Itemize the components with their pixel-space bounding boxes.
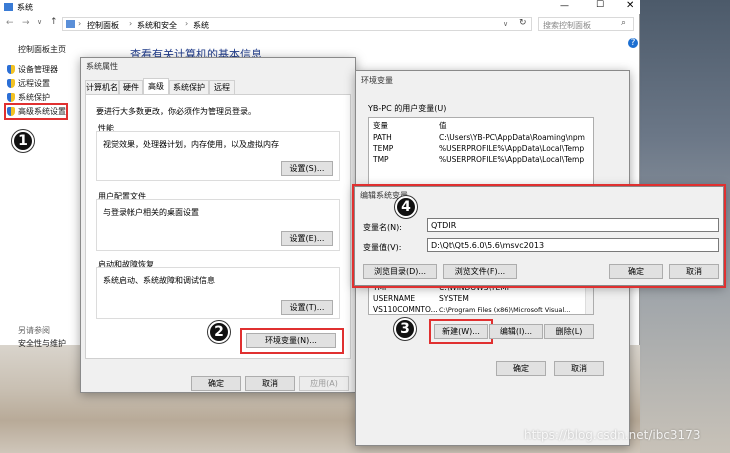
sidebar-item-label: 设备管理器	[18, 65, 58, 74]
sidebar-home-link[interactable]: 控制面板主页	[18, 44, 66, 55]
var-name: TMP	[373, 155, 389, 164]
breadcrumb-sep-0: ›	[78, 19, 82, 28]
ok-button[interactable]: 确定	[191, 376, 241, 391]
tab-hardware[interactable]: 硬件	[119, 80, 143, 94]
var-value: SYSTEM	[439, 294, 469, 303]
search-input[interactable]: 搜索控制面板	[543, 20, 591, 31]
step-marker: 2	[208, 321, 230, 343]
edit-var-button[interactable]: 编辑(I)...	[489, 324, 543, 339]
sidebar-item-device-manager[interactable]: 设备管理器	[7, 64, 58, 75]
step-marker: 4	[395, 196, 417, 218]
window-title: 系统	[17, 3, 33, 12]
profile-group: 与登录帐户相关的桌面设置 设置(E)...	[96, 199, 340, 251]
maximize-icon[interactable]: ☐	[596, 0, 604, 10]
dropdown-chevron-icon[interactable]: ∨	[503, 20, 508, 28]
up-arrow-icon[interactable]: ↑	[50, 17, 58, 27]
env-ok-button[interactable]: 确定	[496, 361, 546, 376]
breadcrumb-item[interactable]: 系统和安全	[137, 20, 177, 31]
admin-note: 要进行大多数更改，你必须作为管理员登录。	[96, 107, 256, 116]
step-marker: 1	[12, 130, 34, 152]
startup-settings-button[interactable]: 设置(T)...	[281, 300, 333, 315]
tab-computer-name[interactable]: 计算机名	[85, 80, 119, 94]
sidebar-item-system-protection[interactable]: 系统保护	[7, 92, 50, 103]
env-cancel-button[interactable]: 取消	[554, 361, 604, 376]
highlight-box-1	[4, 103, 68, 120]
help-icon[interactable]: ?	[628, 38, 638, 48]
search-icon: ⌕	[621, 18, 627, 28]
var-name: USERNAME	[373, 294, 416, 303]
sidebar-item-label: 系统保护	[18, 93, 50, 102]
refresh-icon[interactable]: ↻	[519, 18, 527, 28]
col-val-header: 值	[439, 121, 447, 130]
var-name: TEMP	[373, 144, 394, 153]
search-box[interactable]: 搜索控制面板 ⌕	[538, 17, 634, 31]
watermark: https://blog.csdn.net/ibc3173	[524, 428, 701, 442]
breadcrumb-item[interactable]: 控制面板	[87, 20, 119, 31]
highlight-box-2	[240, 328, 344, 354]
perf-desc: 视觉效果，处理器计划，内存使用，以及虚拟内存	[103, 140, 279, 149]
address-bar-row: ← → ∨ ↑ › 控制面板 › 系统和安全 › 系统 ∨ ↻ 搜索控制面板 ⌕	[0, 14, 640, 34]
see-also-title: 另请参阅	[18, 326, 50, 335]
table-row[interactable]: TEMP %USERPROFILE%\AppData\Local\Temp	[369, 143, 593, 154]
var-value: %USERPROFILE%\AppData\Local\Temp	[439, 144, 585, 153]
table-row[interactable]: PATH C:\Users\YB-PC\AppData\Roaming\npm	[369, 132, 593, 143]
tab-system-protection[interactable]: 系统保护	[169, 80, 209, 94]
see-also-link[interactable]: 安全性与维护	[18, 338, 66, 349]
step-marker: 3	[394, 318, 416, 340]
shield-icon	[7, 93, 15, 102]
startup-desc: 系统启动、系统故障和调试信息	[103, 276, 215, 285]
cancel-button[interactable]: 取消	[245, 376, 295, 391]
title-bar: 系统 — ☐ ✕	[0, 0, 640, 14]
back-arrow-icon[interactable]: ←	[6, 18, 14, 28]
var-value: %USERPROFILE%\AppData\Local\Temp	[439, 155, 585, 164]
var-name: VS110COMNTO...	[373, 305, 438, 314]
tab-advanced[interactable]: 高级	[143, 78, 169, 94]
tab-panel: 要进行大多数更改，你必须作为管理员登录。 性能 视觉效果，处理器计划，内存使用，…	[85, 94, 351, 359]
var-value: C:\Users\YB-PC\AppData\Roaming\npm	[439, 133, 585, 142]
dialog-title: 系统属性	[86, 62, 118, 71]
col-var-header: 变量	[373, 121, 388, 130]
var-name: PATH	[373, 133, 392, 142]
sidebar-item-label: 远程设置	[18, 79, 50, 88]
profile-settings-button[interactable]: 设置(E)...	[281, 231, 333, 246]
shield-icon	[7, 65, 15, 74]
window-icon	[4, 3, 13, 11]
table-header: 变量 值	[369, 120, 593, 131]
startup-group: 系统启动、系统故障和调试信息 设置(T)...	[96, 267, 340, 319]
highlight-box-3	[429, 319, 493, 344]
user-vars-table: 变量 值 PATH C:\Users\YB-PC\AppData\Roaming…	[368, 117, 594, 187]
var-value: C:\Program Files (x86)\Microsoft Visual.…	[439, 305, 571, 314]
tab-remote[interactable]: 远程	[209, 80, 235, 94]
sidebar-item-remote-settings[interactable]: 远程设置	[7, 78, 50, 89]
table-row[interactable]: USERNAME SYSTEM	[369, 293, 593, 304]
shield-icon	[7, 79, 15, 88]
close-icon[interactable]: ✕	[626, 0, 634, 11]
profile-desc: 与登录帐户相关的桌面设置	[103, 208, 199, 217]
delete-var-button[interactable]: 删除(L)	[544, 324, 594, 339]
minimize-icon[interactable]: —	[560, 1, 569, 11]
user-vars-title: YB-PC 的用户变量(U)	[368, 104, 447, 113]
breadcrumb-sep-2: ›	[185, 19, 189, 28]
control-panel-icon	[66, 20, 75, 28]
breadcrumb-sep-1: ›	[129, 19, 133, 28]
address-bar[interactable]: › 控制面板 › 系统和安全 › 系统 ∨ ↻	[62, 17, 532, 31]
perf-group: 视觉效果，处理器计划，内存使用，以及虚拟内存 设置(S)...	[96, 131, 340, 181]
perf-settings-button[interactable]: 设置(S)...	[281, 161, 333, 176]
table-row[interactable]: TMP %USERPROFILE%\AppData\Local\Temp	[369, 154, 593, 165]
dialog-title: 环境变量	[361, 76, 393, 85]
recent-chevron-icon[interactable]: ∨	[37, 18, 42, 26]
apply-button[interactable]: 应用(A)	[299, 376, 349, 391]
table-row[interactable]: VS110COMNTO... C:\Program Files (x86)\Mi…	[369, 304, 593, 315]
forward-arrow-icon[interactable]: →	[22, 18, 30, 28]
breadcrumb-item[interactable]: 系统	[193, 20, 209, 31]
